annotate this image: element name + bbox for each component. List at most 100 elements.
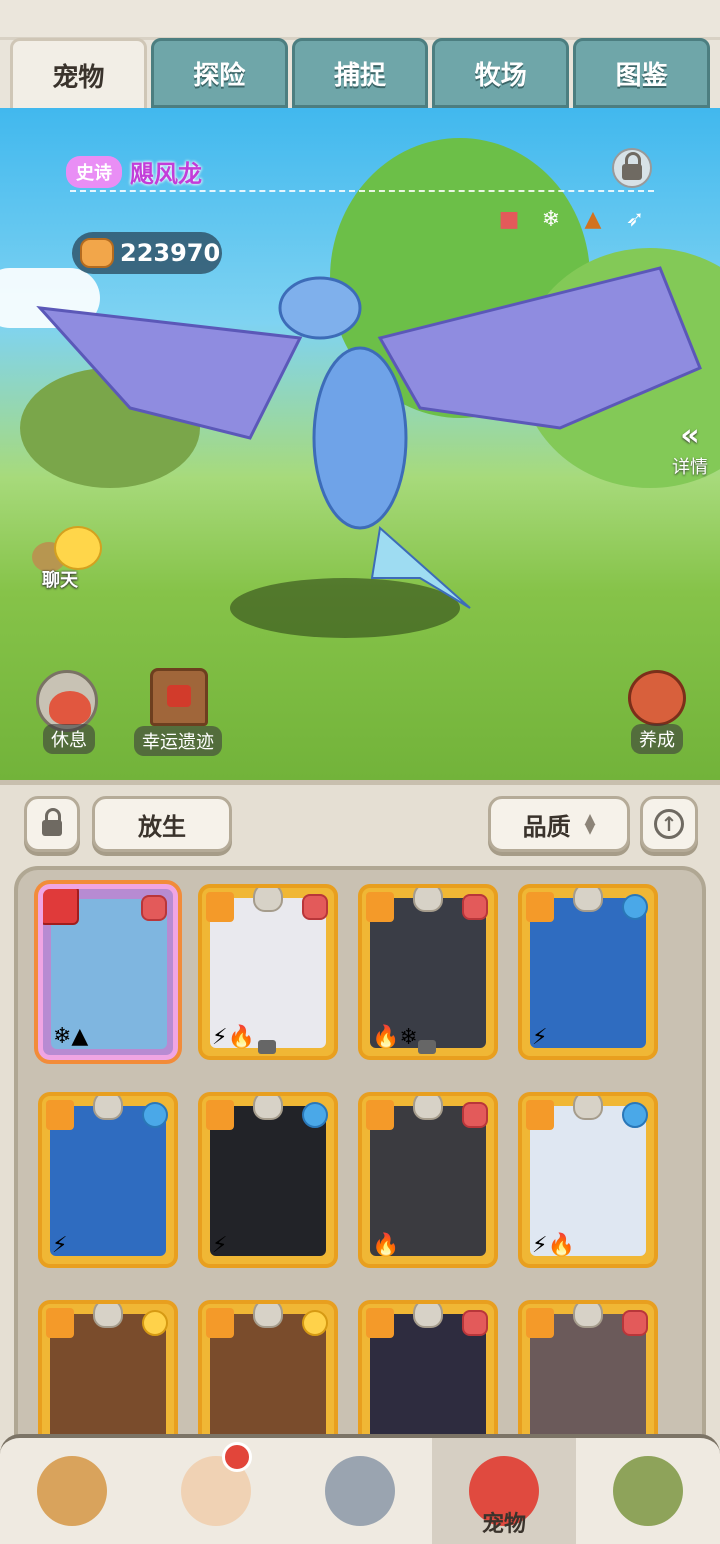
water-type-icon (622, 894, 648, 920)
pet-card[interactable]: ⚡ (38, 1092, 178, 1268)
element-icons: 🔥❄ (372, 1025, 418, 1050)
train-button[interactable]: 养成 (622, 668, 692, 754)
rest-label: 休息 (43, 724, 95, 754)
unlock-icon (622, 152, 642, 180)
lock-filter-button[interactable] (24, 796, 80, 852)
rarity-badge: 史诗 (66, 155, 122, 188)
tab-0[interactable]: 宠物 (10, 38, 147, 112)
shield-icon (413, 1096, 443, 1120)
chevrons-left-icon: « (680, 418, 700, 453)
rank-icon (526, 1308, 554, 1338)
pet-scene: 史诗 飓风龙 ■ ❄ ▲ ➶ 223970 « 详情 聊天 休息 幸运遗迹 养成 (0, 108, 720, 780)
padlock-icon (258, 1040, 276, 1054)
sort-arrows-icon: ▲ ▼ (584, 811, 596, 837)
shield-icon (253, 888, 283, 912)
water-type-icon (302, 1102, 328, 1128)
pet-name: 飓风龙 (130, 160, 202, 188)
lucky-relic-button[interactable]: 幸运遗迹 (126, 664, 230, 756)
rank-icon (206, 1100, 234, 1130)
shield-icon (413, 1304, 443, 1328)
lock-icon (42, 808, 62, 836)
chat-label: 聊天 (42, 570, 78, 591)
pet-title-row: 史诗 飓风龙 (66, 154, 202, 189)
tab-2[interactable]: 捕捉 (291, 38, 429, 108)
nav-tribe-button[interactable] (0, 1438, 144, 1544)
pet-card[interactable]: ❄▲ (34, 880, 182, 1064)
element-icons: ⚡🔥 (212, 1025, 255, 1050)
paw-type-icon (302, 894, 328, 920)
currency-display: 223970 (72, 232, 222, 274)
shield-icon (573, 888, 603, 912)
sort-direction-button[interactable]: ↑ (640, 796, 698, 852)
gold-type-icon (302, 1310, 328, 1336)
element-icons: ⚡ (52, 1233, 68, 1258)
arrow-up-icon: ↑ (654, 809, 684, 839)
notification-bell-icon (222, 1442, 252, 1472)
paw-type-icon (141, 895, 167, 921)
element-icons: ⚡🔥 (532, 1233, 575, 1258)
pet-card[interactable] (38, 1300, 178, 1452)
release-label: 放生 (138, 812, 186, 841)
nav-tribe-icon (37, 1456, 107, 1526)
title-divider (70, 190, 654, 192)
shield-icon (413, 888, 443, 912)
element-icons: 🔥 (372, 1233, 400, 1258)
pet-card[interactable]: ⚡🔥 (198, 884, 338, 1060)
selected-paw-flag-icon (43, 889, 79, 925)
quality-sort-dropdown[interactable]: 品质 ▲ ▼ (488, 796, 630, 852)
pet-card[interactable] (198, 1300, 338, 1452)
bottom-navigation: 宠物 (0, 1434, 720, 1544)
attribute-icons: ■ ❄ ▲ ➶ (494, 204, 650, 234)
pet-card[interactable] (518, 1300, 658, 1452)
element-icons: ❄▲ (53, 1024, 89, 1049)
element-icons: ⚡ (532, 1025, 548, 1050)
pet-grid: ❄▲ ⚡🔥 🔥❄ ⚡ ⚡ ⚡ 🔥 ⚡🔥 (14, 866, 706, 1456)
shield-icon (253, 1304, 283, 1328)
tab-3[interactable]: 牧场 (432, 38, 570, 108)
nav-totem-icon (613, 1456, 683, 1526)
paw-type-icon (462, 894, 488, 920)
pet-card[interactable]: 🔥❄ (358, 884, 498, 1060)
trainer-pet-icon (628, 670, 686, 726)
shrine-icon (150, 668, 208, 726)
nav-weapon-icon (325, 1456, 395, 1526)
nav-totem-button[interactable] (576, 1438, 720, 1544)
rank-icon (526, 1100, 554, 1130)
smiley-bubble-icon (54, 526, 102, 570)
shield-icon (93, 1304, 123, 1328)
tab-4[interactable]: 图鉴 (573, 38, 710, 108)
pet-card[interactable] (358, 1300, 498, 1452)
rank-icon (46, 1100, 74, 1130)
rank-icon (366, 1100, 394, 1130)
rank-icon (46, 1308, 74, 1338)
shield-icon (573, 1304, 603, 1328)
release-button[interactable]: 放生 (92, 796, 232, 852)
element-icons: ⚡ (212, 1233, 228, 1258)
rank-icon (366, 892, 394, 922)
rest-button[interactable]: 休息 (36, 670, 102, 754)
nav-pets-button[interactable]: 宠物 (432, 1438, 576, 1544)
wing-icon: ➶ (625, 206, 645, 232)
train-label: 养成 (631, 724, 683, 754)
pet-card[interactable]: ⚡ (198, 1092, 338, 1268)
rank-icon (526, 892, 554, 922)
pet-card[interactable]: 🔥 (358, 1092, 498, 1268)
pet-card[interactable]: ⚡ (518, 884, 658, 1060)
shield-icon (93, 1096, 123, 1120)
nav-weapon-button[interactable] (288, 1438, 432, 1544)
paw-icon: ■ (498, 206, 520, 232)
rank-icon (366, 1308, 394, 1338)
mountain-icon: ▲ (584, 206, 602, 232)
paw-type-icon (462, 1310, 488, 1336)
tab-1[interactable]: 探险 (150, 38, 288, 108)
rank-icon (206, 1308, 234, 1338)
unlock-toggle-button[interactable] (612, 148, 652, 188)
nav-hero-button[interactable] (144, 1438, 288, 1544)
chat-button[interactable]: 聊天 (28, 520, 108, 591)
padlock-icon (418, 1040, 436, 1054)
top-strip (0, 0, 720, 40)
detail-button[interactable]: « 详情 (668, 418, 712, 479)
nav-pets-label: 宠物 (481, 1512, 527, 1537)
pet-card[interactable]: ⚡🔥 (518, 1092, 658, 1268)
currency-value: 223970 (120, 239, 221, 267)
